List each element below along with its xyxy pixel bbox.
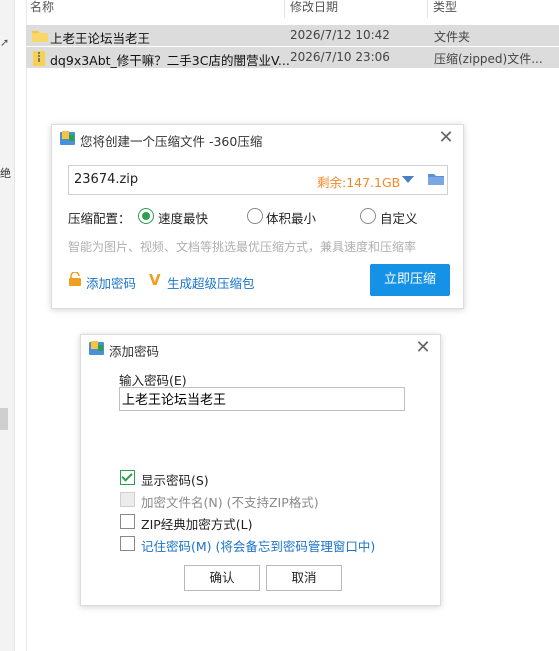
lock-icon[interactable] <box>68 271 82 289</box>
radio-size[interactable] <box>247 208 263 224</box>
start-compress-button[interactable]: 立即压缩 <box>370 264 450 296</box>
option-custom-label[interactable]: 自定义 <box>380 208 418 227</box>
file-type: 文件夹 <box>434 30 471 44</box>
browse-folder-icon[interactable] <box>426 169 446 189</box>
file-row-folder[interactable]: 上老王论坛当老王 2026/7/12 10:42 文件夹 <box>26 25 559 46</box>
file-name: 上老王论坛当老王 <box>50 31 151 46</box>
column-header-name[interactable]: 名称 <box>30 0 54 18</box>
add-password-link[interactable]: 添加密码 <box>86 273 136 292</box>
super-pack-link[interactable]: 生成超级压缩包 <box>167 273 255 292</box>
file-type: 压缩(zipped)文件... <box>434 52 543 66</box>
close-icon[interactable]: ✕ <box>414 339 432 357</box>
remember-password-checkbox[interactable] <box>120 536 135 551</box>
zip-classic-encryption-label[interactable]: ZIP经典加密方式(L) <box>141 514 253 533</box>
free-space-label: 剩余:147.1GB <box>317 175 401 190</box>
archive-name-value[interactable]: 23674.zip <box>74 172 138 187</box>
password-field[interactable] <box>119 387 405 411</box>
file-date: 2026/7/10 23:06 <box>290 50 390 64</box>
file-row-zip[interactable]: dq9x3Abt_修干嘛？二手3C店的闇营业V... 2026/7/10 23:… <box>26 47 559 68</box>
close-icon[interactable]: ✕ <box>437 129 455 147</box>
compress-dialog-titlebar[interactable]: 您将创建一个压缩文件 -360压缩 ✕ <box>52 125 463 152</box>
pin-icon[interactable]: ➚ <box>0 36 9 49</box>
column-header-date[interactable]: 修改日期 <box>290 0 338 18</box>
360zip-app-icon <box>89 341 104 358</box>
show-password-checkbox[interactable] <box>120 470 135 485</box>
chevron-down-icon[interactable] <box>402 176 414 183</box>
360zip-app-icon <box>60 131 75 148</box>
archive-name-field[interactable]: 23674.zip 剩余:147.1GB <box>68 165 448 195</box>
pane-divider <box>26 0 27 651</box>
compress-mode-label: 压缩配置： <box>68 211 131 226</box>
folder-icon <box>32 29 48 45</box>
file-date: 2026/7/12 10:42 <box>290 28 390 42</box>
option-size-label[interactable]: 体积最小 <box>266 208 316 227</box>
remember-password-label[interactable]: 记住密码(M) (将会备忘到密码管理窗口中) <box>141 536 375 555</box>
column-separator[interactable] <box>427 0 428 18</box>
compress-dialog: 您将创建一个压缩文件 -360压缩 ✕ 23674.zip 剩余:147.1GB… <box>51 124 464 309</box>
column-separator[interactable] <box>284 0 285 18</box>
password-dialog-titlebar[interactable]: 添加密码 ✕ <box>81 335 440 362</box>
column-header-type[interactable]: 类型 <box>433 0 457 18</box>
compress-dialog-title: 您将创建一个压缩文件 -360压缩 <box>80 134 263 149</box>
password-input[interactable] <box>122 389 400 407</box>
option-speed-label[interactable]: 速度最快 <box>158 208 208 227</box>
zip-classic-encryption-checkbox[interactable] <box>120 514 135 529</box>
cancel-button[interactable]: 取消 <box>266 565 342 591</box>
encrypt-filename-checkbox[interactable] <box>120 492 135 507</box>
zip-file-icon <box>32 51 46 69</box>
show-password-label[interactable]: 显示密码(S) <box>141 470 209 489</box>
nav-item-fragment[interactable]: 绝 <box>0 165 11 181</box>
radio-custom[interactable] <box>360 208 376 224</box>
vip-v-icon: V <box>149 271 161 289</box>
ok-button[interactable]: 确认 <box>184 565 260 591</box>
password-dialog: 添加密码 ✕ 输入密码(E) 显示密码(S) 加密文件名(N) (不支持ZIP格… <box>80 334 441 606</box>
navigation-pane: ➚ 绝 <box>0 0 15 651</box>
nav-scroll-indicator <box>0 408 8 430</box>
file-name: dq9x3Abt_修干嘛？二手3C店的闇营业V... <box>50 53 290 68</box>
compress-hint: 智能为图片、视频、文档等挑选最优压缩方式，兼具速度和压缩率 <box>68 240 417 254</box>
password-dialog-title: 添加密码 <box>109 344 160 359</box>
radio-speed[interactable] <box>138 208 154 224</box>
encrypt-filename-label[interactable]: 加密文件名(N) (不支持ZIP格式) <box>141 492 319 511</box>
